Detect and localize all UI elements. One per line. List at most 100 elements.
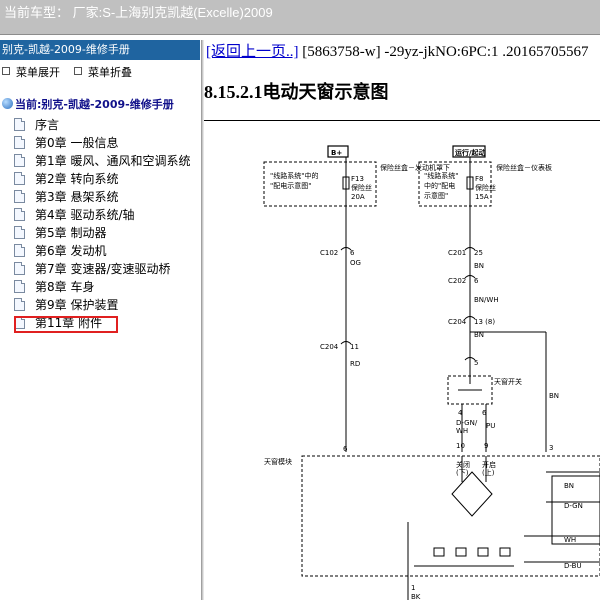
content-pane: [返回上一页..] [5863758-w] -29yz-jkNO:6PC:1 .… bbox=[204, 40, 600, 600]
output-label-bn: BN bbox=[564, 482, 574, 490]
document-icon bbox=[14, 136, 25, 149]
tree-item-label: 第1章 暖风、通风和空调系统 bbox=[35, 154, 191, 168]
document-icon bbox=[14, 190, 25, 203]
wire-bk: BK bbox=[411, 593, 421, 600]
close-label: 关闭 bbox=[456, 460, 470, 469]
output-label-dbu: D-BU bbox=[564, 562, 582, 570]
tree-item-label: 第7章 变速器/变速驱动桥 bbox=[35, 262, 171, 276]
tree-item-chapter-5[interactable]: 第5章 制动器 bbox=[14, 224, 106, 242]
collapse-menu-button[interactable]: 菜单折叠 bbox=[74, 64, 132, 80]
sidebar-toolbar: 菜单展开 菜单折叠 bbox=[0, 64, 200, 80]
output-label-dgn: D-GN bbox=[564, 502, 583, 510]
globe-icon bbox=[2, 98, 13, 109]
connector-c204-b: C204 bbox=[320, 343, 339, 351]
tree-item-label: 第3章 悬架系统 bbox=[35, 190, 119, 204]
switch-pin-6: 6 bbox=[482, 409, 487, 417]
connector-c202: C202 bbox=[448, 277, 466, 285]
fuse-left-id: F13 bbox=[351, 175, 364, 183]
right-power-note-1: "线路系统" bbox=[424, 171, 458, 180]
document-icon bbox=[14, 280, 25, 293]
tree-item-label: 第8章 车身 bbox=[35, 280, 95, 294]
motor-block bbox=[551, 475, 600, 545]
tree-item-chapter-2[interactable]: 第2章 转向系统 bbox=[14, 170, 118, 188]
tree-item-chapter-9[interactable]: 第9章 保护装置 bbox=[14, 296, 118, 314]
switch-pin-10: 10 bbox=[456, 442, 465, 450]
window-title-bar: 当前车型： 厂家:S-上海别克凯越(Excelle)2009 bbox=[0, 0, 600, 35]
tree-item-preface[interactable]: 序言 bbox=[14, 116, 59, 134]
relay-coil bbox=[477, 547, 489, 557]
connector-c204-b-pin: 11 bbox=[350, 343, 359, 351]
module-pin-6: 6 bbox=[343, 445, 348, 453]
tree-item-chapter-0[interactable]: 第0章 一般信息 bbox=[14, 134, 118, 152]
left-power-note-1: "线路系统"中的 bbox=[270, 171, 318, 180]
tree-item-chapter-6[interactable]: 第6章 发动机 bbox=[14, 242, 106, 260]
connector-c201: C201 bbox=[448, 249, 466, 257]
output-label-wh: WH bbox=[564, 536, 576, 544]
tree-item-label: 第9章 保护装置 bbox=[35, 298, 119, 312]
tree-item-chapter-4[interactable]: 第4章 驱动系统/轴 bbox=[14, 206, 135, 224]
open-label: 开启 bbox=[482, 460, 496, 469]
tree-item-chapter-7[interactable]: 第7章 变速器/变速驱动桥 bbox=[14, 260, 171, 278]
right-power-note-2: 中的"配电 bbox=[424, 181, 455, 190]
document-icon bbox=[14, 226, 25, 239]
connector-c202-pin: 6 bbox=[474, 277, 479, 285]
sunroof-switch-label: 天窗开关 bbox=[494, 377, 522, 386]
module-pin-3: 3 bbox=[549, 444, 553, 452]
fuse-block-left-text: 保险丝盒－发动机罩下 bbox=[380, 163, 450, 172]
collapse-menu-label: 菜单折叠 bbox=[88, 66, 132, 79]
open-direction: (上) bbox=[482, 468, 495, 477]
sidebar-header: 别克-凯越-2009-维修手册 bbox=[0, 40, 200, 60]
document-icon bbox=[14, 208, 25, 221]
tree-item-label: 第0章 一般信息 bbox=[35, 136, 119, 150]
tree-root-label: 当前:别克-凯越-2009-维修手册 bbox=[15, 98, 174, 111]
tree-item-label: 第5章 制动器 bbox=[35, 226, 107, 240]
tree-root[interactable]: 当前:别克-凯越-2009-维修手册 bbox=[2, 96, 174, 114]
relay-coil bbox=[455, 547, 467, 557]
relay-coil bbox=[433, 547, 445, 557]
wire-bn-1: BN bbox=[474, 262, 484, 270]
sidebar: 别克-凯越-2009-维修手册 菜单展开 菜单折叠 当前:别克-凯越-2009-… bbox=[0, 40, 200, 600]
run-crank-text: 运行/起动 bbox=[455, 148, 486, 157]
switch-pin-4: 4 bbox=[458, 409, 463, 417]
switch-pin-9: 9 bbox=[484, 442, 488, 450]
b-plus-text: B+ bbox=[331, 149, 342, 157]
fuse-left-rating: 20A bbox=[351, 193, 365, 201]
tree-item-chapter-1[interactable]: 第1章 暖风、通风和空调系统 bbox=[14, 152, 190, 170]
wire-bn-3: BN bbox=[549, 392, 559, 400]
left-power-note-2: "配电示意图" bbox=[270, 181, 311, 190]
tree-item-chapter-3[interactable]: 第3章 悬架系统 bbox=[14, 188, 118, 206]
document-icon bbox=[14, 172, 25, 185]
wire-bn-wh: BN/WH bbox=[474, 296, 499, 304]
wire-og: OG bbox=[350, 259, 361, 267]
tree-item-label: 序言 bbox=[35, 118, 60, 132]
document-icon bbox=[14, 244, 25, 257]
document-icon bbox=[14, 262, 25, 275]
connector-c204-a-pin: 13 (8) bbox=[474, 318, 495, 326]
back-link[interactable]: [返回上一页..] bbox=[206, 44, 299, 60]
wire-dgn-wh: D-GN/ bbox=[456, 419, 478, 427]
expand-menu-button[interactable]: 菜单展开 bbox=[2, 64, 60, 80]
sunroof-module-label: 天窗模块 bbox=[264, 457, 292, 466]
tree-item-label: 第2章 转向系统 bbox=[35, 172, 119, 186]
right-power-note-3: 示意图" bbox=[424, 191, 448, 200]
connector-c102: C102 bbox=[320, 249, 338, 257]
sunroof-module-box bbox=[301, 455, 600, 577]
tree-item-chapter-8[interactable]: 第8章 车身 bbox=[14, 278, 94, 296]
relay-coil bbox=[499, 547, 511, 557]
collapse-icon bbox=[74, 67, 82, 75]
document-icon bbox=[14, 118, 25, 131]
tree-item-label: 第4章 驱动系统/轴 bbox=[35, 208, 135, 222]
switch-pin-5: 5 bbox=[474, 359, 478, 367]
wire-bn-2: BN bbox=[474, 331, 484, 339]
fuse-right-name: 保险丝 bbox=[475, 183, 496, 192]
expand-icon bbox=[2, 67, 10, 75]
connector-c201-pin: 25 bbox=[474, 249, 483, 257]
connector-c102-pin: 6 bbox=[350, 249, 355, 257]
tree-item-label: 第6章 发动机 bbox=[35, 244, 107, 258]
fuse-right-rating: 15A bbox=[475, 193, 489, 201]
page-title: 8.15.2.1电动天窗示意图 bbox=[204, 82, 389, 102]
document-id: [5863758-w] -29yz-jkNO:6PC:1 .2016570556… bbox=[298, 44, 589, 60]
document-icon bbox=[14, 154, 25, 167]
expand-menu-label: 菜单展开 bbox=[16, 66, 60, 79]
wire-rd: RD bbox=[350, 360, 360, 368]
